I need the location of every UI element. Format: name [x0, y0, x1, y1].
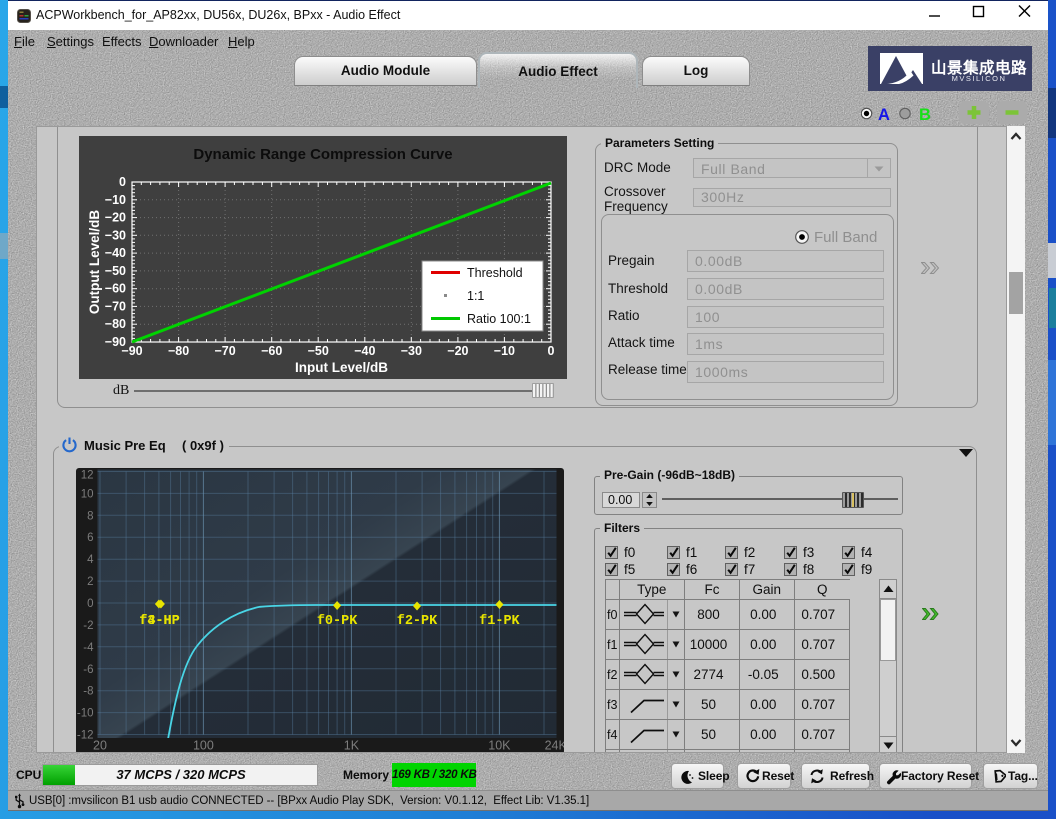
svg-text:12: 12 — [81, 470, 94, 482]
svg-text:0: 0 — [548, 344, 555, 358]
svg-text:Output Level/dB: Output Level/dB — [87, 210, 102, 315]
svg-text:−60: −60 — [261, 344, 282, 358]
svg-text:−30: −30 — [401, 344, 422, 358]
svg-text:f1-PK: f1-PK — [479, 614, 520, 629]
svg-text:100: 100 — [193, 739, 214, 753]
svg-text:−50: −50 — [308, 344, 329, 358]
svg-text:f4-HP: f4-HP — [139, 614, 180, 629]
svg-text:−30: −30 — [105, 228, 126, 242]
svg-text:2: 2 — [87, 576, 93, 588]
svg-text:4: 4 — [87, 554, 94, 566]
svg-text:8: 8 — [87, 510, 93, 522]
svg-text:0: 0 — [87, 598, 93, 610]
svg-text:10K: 10K — [488, 739, 511, 753]
svg-text:10: 10 — [81, 488, 94, 500]
svg-text:−90: −90 — [105, 335, 126, 349]
svg-text:-4: -4 — [83, 642, 94, 654]
svg-text:A: A — [878, 106, 890, 124]
svg-text:0: 0 — [119, 175, 126, 189]
svg-text:−20: −20 — [447, 344, 468, 358]
svg-text:-6: -6 — [83, 664, 93, 676]
svg-text:Ratio 100:1: Ratio 100:1 — [467, 312, 531, 326]
svg-text:−10: −10 — [494, 344, 515, 358]
svg-text:1:1: 1:1 — [467, 289, 484, 303]
svg-text:Dynamic Range Compression Curv: Dynamic Range Compression Curve — [193, 146, 452, 163]
svg-text:−40: −40 — [354, 344, 375, 358]
svg-text:−80: −80 — [105, 317, 126, 331]
svg-text:−40: −40 — [105, 246, 126, 260]
svg-text:−60: −60 — [105, 282, 126, 296]
svg-text:−10: −10 — [105, 193, 126, 207]
svg-text:−70: −70 — [214, 344, 235, 358]
svg-text:−70: −70 — [105, 299, 126, 313]
svg-text:24K: 24K — [545, 739, 564, 753]
svg-text:-8: -8 — [83, 686, 93, 698]
svg-text:−50: −50 — [105, 264, 126, 278]
svg-text:-2: -2 — [83, 620, 93, 632]
svg-text:6: 6 — [87, 532, 93, 544]
svg-text:1K: 1K — [344, 739, 360, 753]
svg-text:f0-PK: f0-PK — [317, 614, 358, 629]
svg-text:−80: −80 — [168, 344, 189, 358]
svg-text:Input Level/dB: Input Level/dB — [295, 360, 388, 375]
svg-text:-10: -10 — [77, 708, 94, 720]
svg-text:f2-PK: f2-PK — [397, 614, 438, 629]
svg-text:B: B — [919, 106, 931, 124]
svg-text:Threshold: Threshold — [467, 266, 523, 280]
svg-text:-12: -12 — [77, 730, 94, 742]
svg-text:20: 20 — [93, 739, 107, 753]
svg-text:−20: −20 — [105, 211, 126, 225]
